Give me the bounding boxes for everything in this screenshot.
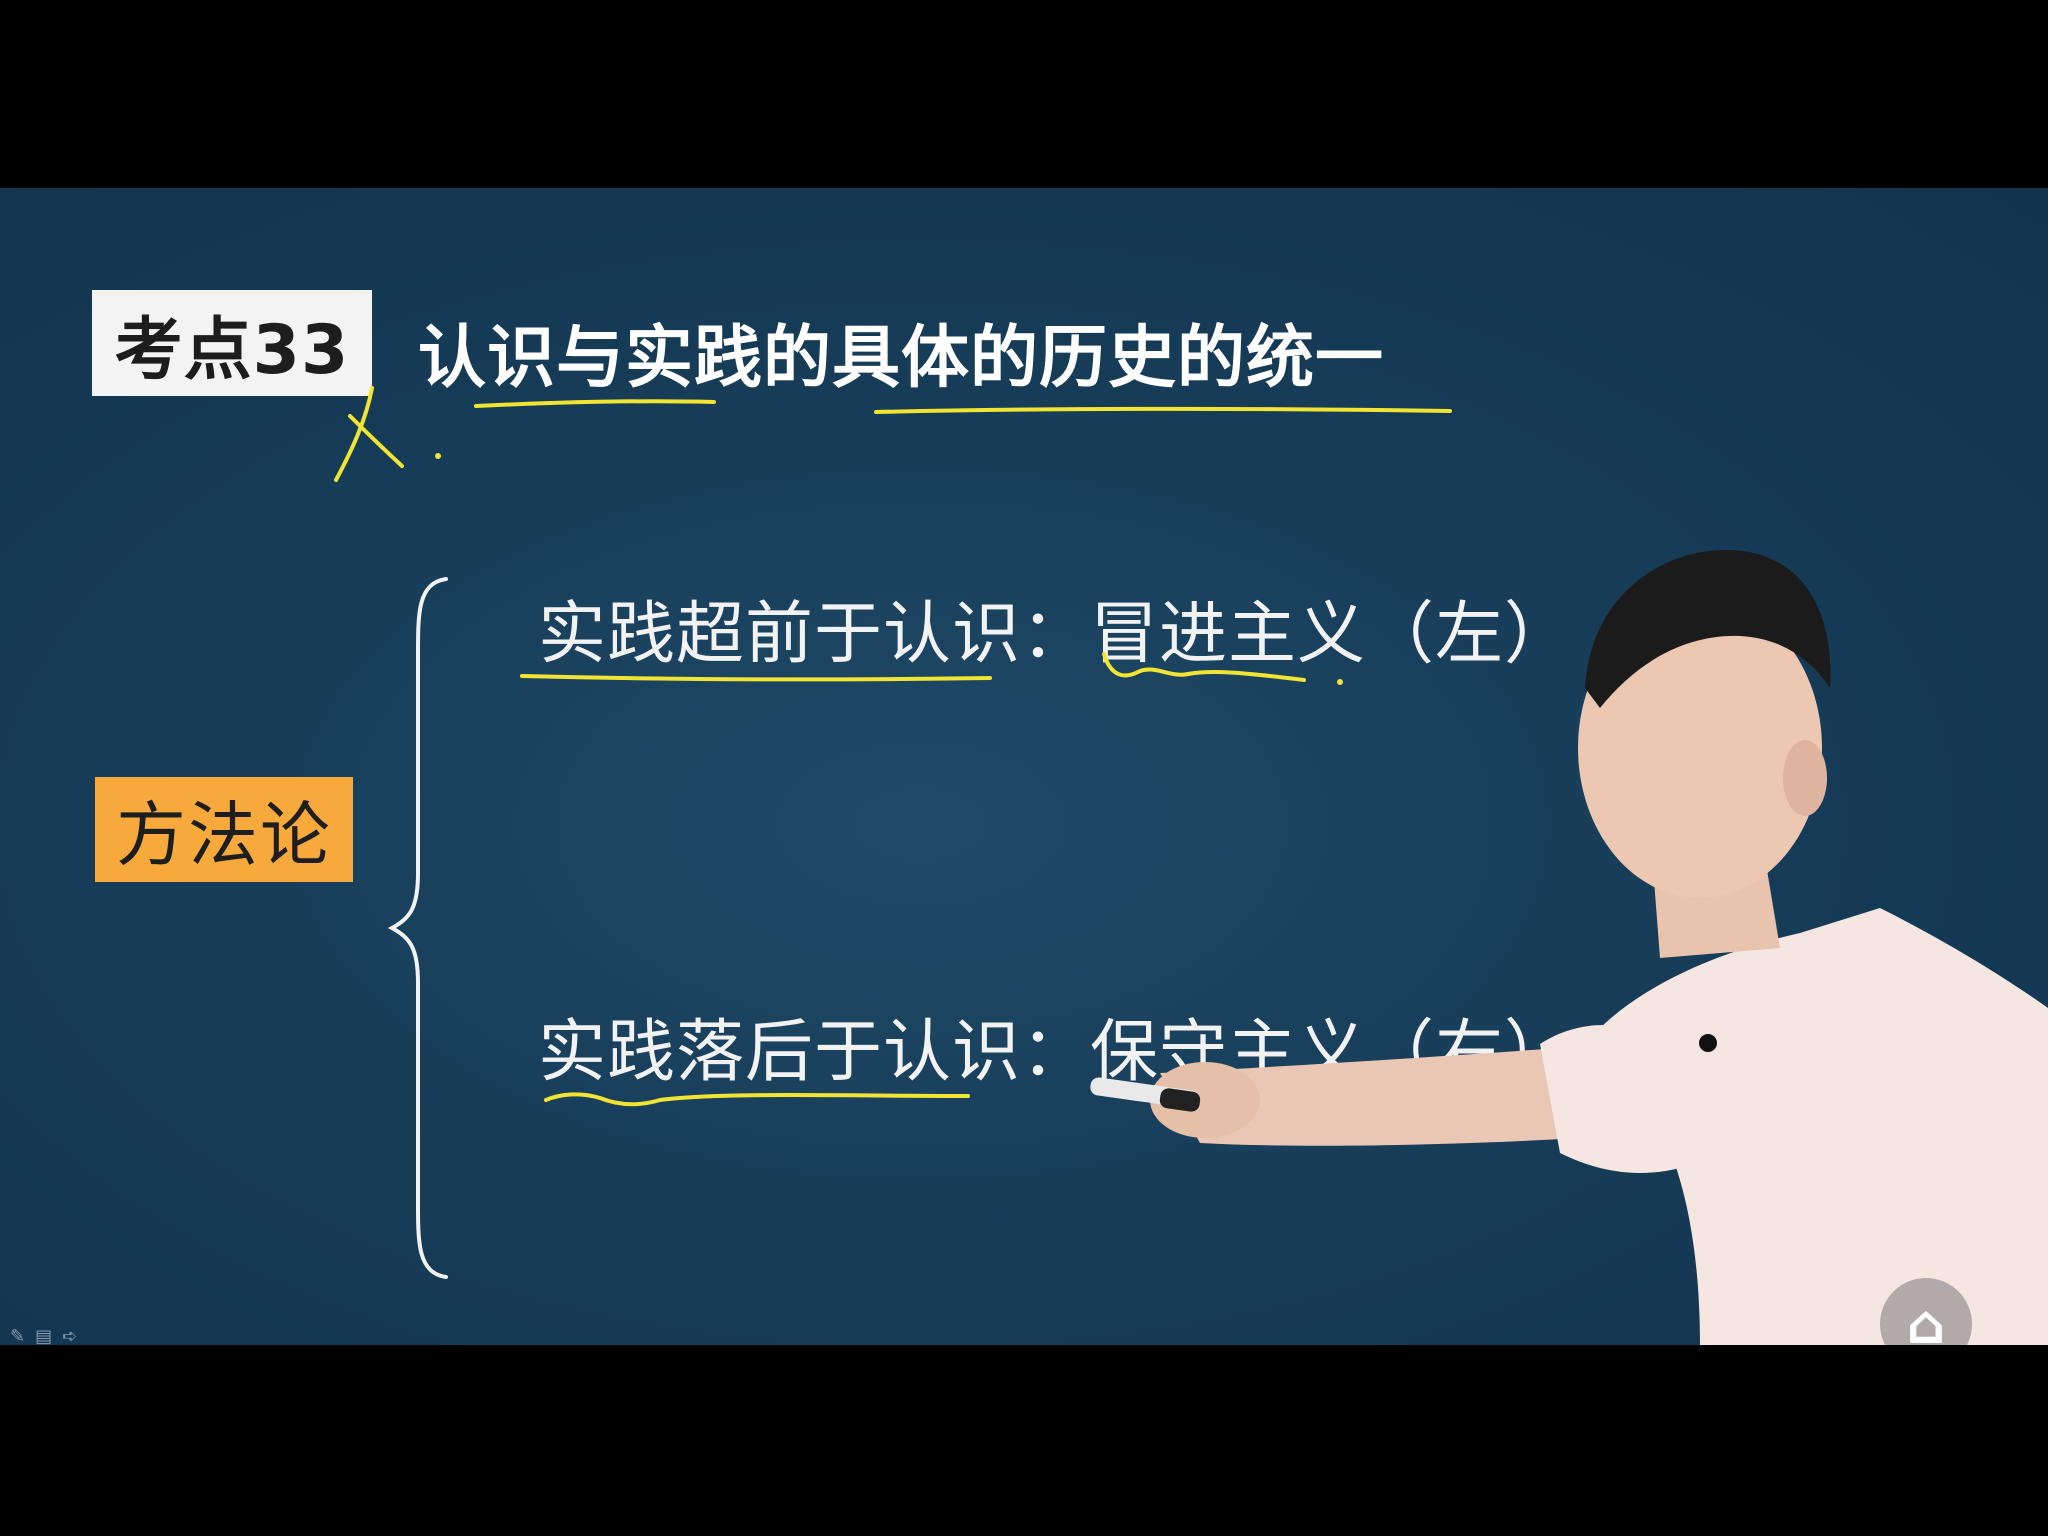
blackboard: 考点33 认识与实践的具体的历史的统一 方法论 实践超前于认识：冒进主义（左） … <box>0 188 2048 1345</box>
forward-icon[interactable]: ➪ <box>62 1326 77 1345</box>
menu-icon[interactable]: ▤ <box>35 1326 52 1345</box>
presenter-neck <box>1650 828 1780 958</box>
presenter-head <box>1578 598 1822 898</box>
video-frame: 考点33 认识与实践的具体的历史的统一 方法论 实践超前于认识：冒进主义（左） … <box>0 0 2048 1536</box>
presenter-hair <box>1585 549 1831 708</box>
method-label-box: 方法论 <box>95 777 353 882</box>
topic-tag: 考点33 <box>92 290 372 396</box>
logo-watermark: ⌂ <box>1880 1278 1972 1345</box>
method-label: 方法论 <box>116 794 332 876</box>
ink-dot-1 <box>435 453 441 459</box>
lapel-mic <box>1699 1034 1717 1052</box>
item-practice-behind: 实践落后于认识：保守主义（右） <box>538 1013 1574 1092</box>
presenter-ear <box>1783 740 1827 816</box>
underline-title-right <box>874 406 1452 414</box>
underline-title-left <box>474 399 716 408</box>
slide-title: 认识与实践的具体的历史的统一 <box>418 319 1385 398</box>
presenter-shirt <box>1570 908 2048 1345</box>
underline-item2-wavy <box>544 1092 970 1107</box>
item-practice-ahead: 实践超前于认识：冒进主义（左） <box>538 595 1574 674</box>
topic-tag-label: 考点33 <box>114 310 350 390</box>
curly-brace <box>388 577 448 1279</box>
pen-icon[interactable]: ✎ <box>10 1326 25 1345</box>
ink-dot-2 <box>1337 679 1343 685</box>
x-mark-stroke-1 <box>334 386 374 482</box>
x-mark-stroke-2 <box>348 414 404 468</box>
watermark-glyph: ⌂ <box>1906 1292 1946 1346</box>
player-controls: ✎ ▤ ➪ <box>10 1326 77 1345</box>
